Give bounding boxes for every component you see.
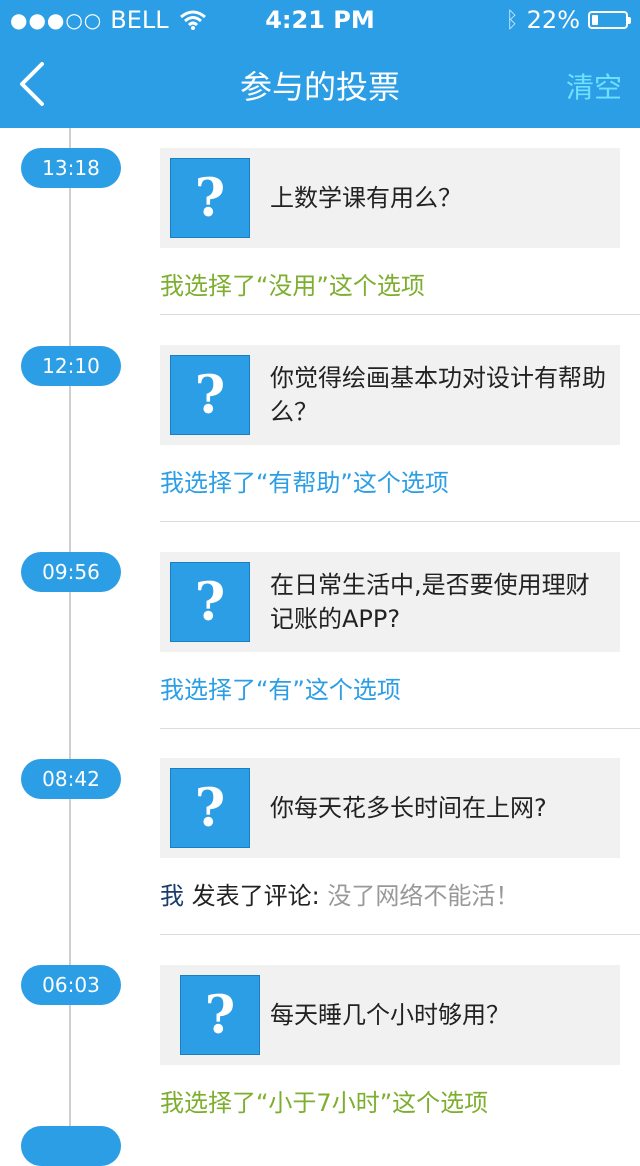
time-badge: 06:03 — [21, 965, 121, 1005]
question-text: 每天睡几个小时够用？ — [270, 1001, 510, 1029]
bluetooth-icon: ᛒ — [505, 7, 519, 33]
question-text: 你每天花多长时间在上网? — [270, 794, 547, 822]
vote-card[interactable]: ? 上数学课有用么？ — [160, 148, 620, 248]
choice-text: 我选择了“有”这个选项 — [160, 676, 401, 704]
battery-percent: 22% — [526, 6, 580, 34]
question-icon: ? — [170, 355, 250, 435]
time-badge: 13:18 — [21, 148, 121, 188]
vote-card[interactable]: ? 在日常生活中,是否要使用理财记账的APP? — [160, 552, 620, 652]
question-text: 你觉得绘画基本功对设计有帮助么？ — [270, 364, 606, 426]
question-icon: ? — [180, 975, 260, 1055]
status-bar: ●●●○○ BELL 4:21 PM ᛒ 22% — [0, 0, 640, 40]
question-icon: ? — [170, 562, 250, 642]
vote-card[interactable]: ? 你觉得绘画基本功对设计有帮助么？ — [160, 345, 620, 445]
time-badge: 08:42 — [21, 759, 121, 799]
choice-text: 我选择了“小于7小时”这个选项 — [160, 1089, 489, 1117]
question-icon: ? — [170, 768, 250, 848]
divider — [160, 728, 640, 729]
comment-text: 没了网络不能活！ — [327, 882, 520, 910]
divider — [160, 934, 640, 935]
divider — [160, 314, 640, 315]
vote-card[interactable]: ? 你每天花多长时间在上网? — [160, 758, 620, 858]
comment-user[interactable]: 我 — [160, 882, 184, 910]
choice-text: 我选择了“没用”这个选项 — [160, 272, 425, 300]
top-bar: ●●●○○ BELL 4:21 PM ᛒ 22% 参与的投票 清空 — [0, 0, 640, 128]
question-text: 在日常生活中,是否要使用理财记账的APP? — [270, 571, 590, 633]
question-icon: ? — [170, 158, 250, 238]
vote-card[interactable]: ? 每天睡几个小时够用？ — [160, 965, 620, 1065]
choice-text: 我选择了“有帮助”这个选项 — [160, 469, 449, 497]
clear-button[interactable]: 清空 — [566, 66, 622, 106]
time-badge: 09:56 — [21, 552, 121, 592]
question-text: 上数学课有用么？ — [270, 184, 462, 212]
time-badge: 12:10 — [21, 346, 121, 386]
comment-line: 我 发表了评论: 没了网络不能活！ — [160, 876, 519, 911]
time-badge-partial — [21, 1126, 121, 1166]
page-title: 参与的投票 — [239, 68, 400, 106]
battery-icon — [588, 11, 631, 29]
comment-verb: 发表了评论: — [191, 882, 320, 910]
divider — [160, 521, 640, 522]
